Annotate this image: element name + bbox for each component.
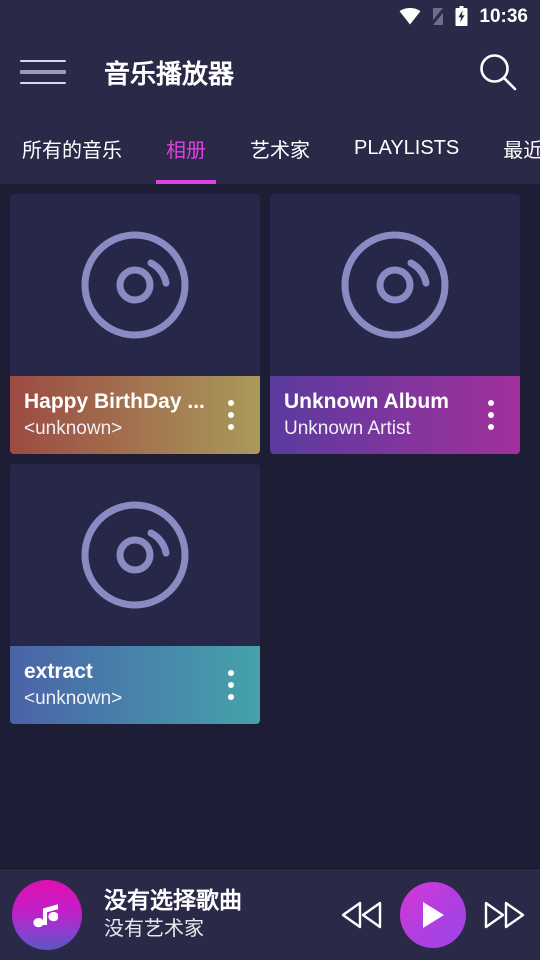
album-grid: Happy BirthDay ... <unknown> Unknown Alb… — [0, 184, 540, 868]
tab-recent[interactable]: 最近播放 — [481, 112, 540, 184]
tab-bar: 所有的音乐 相册 艺术家 PLAYLISTS 最近播放 — [0, 112, 540, 184]
now-playing-artist: 没有艺术家 — [104, 918, 204, 941]
album-artwork — [10, 194, 260, 376]
more-vertical-icon[interactable] — [216, 390, 246, 440]
more-vertical-icon[interactable] — [476, 390, 506, 440]
now-playing-title: 没有选择歌曲 — [104, 886, 242, 913]
album-texts: Happy BirthDay ... <unknown> — [24, 389, 216, 442]
fast-forward-icon[interactable] — [482, 893, 526, 937]
status-bar-time: 10:36 — [479, 5, 528, 27]
album-card[interactable]: extract <unknown> — [10, 464, 260, 724]
album-title: Unknown Album — [284, 389, 449, 413]
album-info-bar: Happy BirthDay ... <unknown> — [10, 376, 260, 454]
album-info-bar: extract <unknown> — [10, 646, 260, 724]
album-artwork — [270, 194, 520, 376]
music-note-icon — [33, 903, 58, 927]
album-title: Happy BirthDay ... — [24, 389, 205, 413]
album-card[interactable]: Unknown Album Unknown Artist — [270, 194, 520, 454]
search-icon[interactable] — [476, 50, 520, 94]
album-artist: Unknown Artist — [284, 417, 411, 439]
play-icon[interactable] — [400, 881, 466, 948]
tab-albums[interactable]: 相册 — [144, 112, 228, 184]
mini-player-bar: 没有选择歌曲 没有艺术家 — [0, 868, 540, 960]
now-playing-meta: 没有选择歌曲 没有艺术家 — [104, 887, 340, 943]
status-bar: 10:36 — [0, 0, 540, 32]
tab-playlists[interactable]: PLAYLISTS — [332, 112, 481, 184]
player-controls — [340, 881, 526, 948]
battery-charging-icon — [455, 6, 468, 26]
disc-icon — [341, 231, 449, 339]
hamburger-menu-icon[interactable] — [20, 57, 66, 87]
album-artwork — [10, 464, 260, 646]
album-texts: Unknown Album Unknown Artist — [284, 389, 476, 442]
tab-label: 相册 — [166, 139, 206, 162]
disc-icon — [81, 501, 189, 609]
album-texts: extract <unknown> — [24, 659, 216, 712]
no-sim-signal-icon — [430, 7, 447, 26]
album-card[interactable]: Happy BirthDay ... <unknown> — [10, 194, 260, 454]
now-playing-artwork[interactable] — [12, 879, 82, 950]
disc-icon — [81, 231, 189, 339]
tab-label: 所有的音乐 — [22, 139, 122, 162]
app-bar: 音乐播放器 — [0, 32, 540, 112]
wifi-icon — [399, 7, 421, 25]
tab-label: PLAYLISTS — [354, 136, 460, 159]
tab-all-music[interactable]: 所有的音乐 — [0, 112, 144, 184]
album-title: extract — [24, 659, 93, 683]
tab-label: 最近播放 — [503, 139, 540, 162]
album-artist: <unknown> — [24, 417, 123, 439]
page-title: 音乐播放器 — [104, 58, 235, 89]
more-vertical-icon[interactable] — [216, 660, 246, 710]
music-player-app: 10:36 音乐播放器 所有的音乐 相册 艺术家 PLAYLISTS 最近播放 — [0, 0, 540, 960]
album-info-bar: Unknown Album Unknown Artist — [270, 376, 520, 454]
album-artist: <unknown> — [24, 687, 123, 709]
tab-artists[interactable]: 艺术家 — [228, 112, 332, 184]
rewind-icon[interactable] — [340, 893, 384, 937]
tab-label: 艺术家 — [250, 139, 310, 162]
